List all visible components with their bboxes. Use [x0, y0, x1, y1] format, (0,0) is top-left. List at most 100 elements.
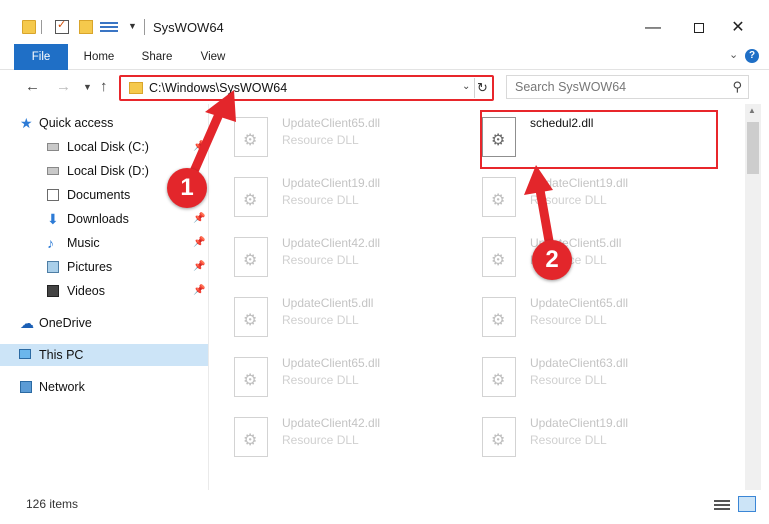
dll-file-icon: [482, 177, 516, 217]
file-type: Resource DLL: [282, 253, 359, 267]
sidebar-item-local-disk-c[interactable]: Local Disk (C:) 📌: [20, 136, 208, 158]
tab-view[interactable]: View: [199, 44, 227, 70]
sidebar-item-label: OneDrive: [39, 316, 92, 330]
list-item[interactable]: UpdateClient19.dll Resource DLL: [474, 409, 714, 465]
star-icon: ★: [20, 115, 33, 131]
close-button[interactable]: ✕: [715, 14, 761, 42]
search-input[interactable]: Search SysWOW64 ⚲: [506, 75, 749, 99]
tab-share[interactable]: Share: [141, 44, 173, 70]
pin-icon[interactable]: 📌: [193, 232, 205, 254]
tab-home[interactable]: Home: [82, 44, 116, 70]
disk-icon: [47, 167, 59, 175]
view-options-icon[interactable]: [100, 20, 118, 34]
sidebar-item-quick-access[interactable]: ★ Quick access: [20, 112, 208, 134]
dll-file-icon: [234, 357, 268, 397]
scroll-thumb[interactable]: [747, 122, 759, 174]
chevron-down-icon[interactable]: ⌄: [462, 81, 470, 92]
pin-icon[interactable]: 📌: [193, 256, 205, 278]
sidebar-item-this-pc[interactable]: This PC: [0, 344, 208, 366]
help-icon[interactable]: ?: [745, 49, 759, 63]
scroll-up-icon[interactable]: ▲: [748, 106, 756, 115]
minimize-button[interactable]: —: [630, 14, 676, 42]
dll-file-icon: [234, 237, 268, 277]
documents-icon: [47, 189, 59, 201]
file-type: Resource DLL: [282, 313, 359, 327]
pin-icon[interactable]: 📌: [193, 280, 205, 302]
computer-icon: [19, 349, 31, 359]
new-folder-icon[interactable]: [79, 20, 93, 34]
item-count: 126 items: [26, 497, 79, 511]
list-item[interactable]: UpdateClient19.dll Resource DLL: [474, 169, 714, 225]
address-bar[interactable]: C:\Windows\SysWOW64 ⌄ ↻: [119, 75, 494, 101]
forward-button[interactable]: →: [56, 78, 71, 95]
videos-icon: [47, 285, 59, 297]
quick-access-dropdown-icon[interactable]: ▼: [128, 21, 137, 31]
list-item[interactable]: UpdateClient5.dll Resource DLL: [226, 289, 466, 345]
sidebar-item-videos[interactable]: Videos 📌: [20, 280, 208, 302]
refresh-button[interactable]: ↻: [474, 78, 490, 98]
list-item[interactable]: UpdateClient65.dll Resource DLL: [226, 109, 466, 165]
sidebar-item-onedrive[interactable]: ☁ OneDrive: [20, 312, 208, 334]
file-type: Resource DLL: [282, 193, 359, 207]
search-icon[interactable]: ⚲: [732, 79, 742, 95]
expand-ribbon-icon[interactable]: ⌄: [729, 48, 738, 61]
sidebar-item-downloads[interactable]: ⬇ Downloads 📌: [20, 208, 208, 230]
dll-file-icon: [234, 297, 268, 337]
download-icon: ⬇: [47, 211, 59, 227]
pin-icon[interactable]: 📌: [193, 136, 205, 158]
music-icon: ♪: [47, 235, 54, 251]
list-item[interactable]: UpdateClient42.dll Resource DLL: [226, 409, 466, 465]
properties-icon[interactable]: [55, 18, 69, 34]
sidebar-item-label: Network: [39, 380, 85, 394]
address-path[interactable]: C:\Windows\SysWOW64: [149, 81, 287, 95]
navigation-pane: ★ Quick access Local Disk (C:) 📌 Local D…: [0, 110, 208, 490]
file-type: Resource DLL: [282, 133, 359, 147]
sidebar-item-label: Music: [67, 236, 100, 250]
disk-icon: [47, 143, 59, 151]
list-item[interactable]: UpdateClient42.dll Resource DLL: [226, 229, 466, 285]
file-name: UpdateClient19.dll: [530, 176, 629, 190]
file-name: UpdateClient5.dll: [282, 296, 374, 310]
file-type: Resource DLL: [282, 433, 359, 447]
title-separator: [144, 19, 145, 35]
folder-icon: [129, 82, 143, 94]
file-name: UpdateClient65.dll: [282, 356, 381, 370]
sidebar-item-label: Videos: [67, 284, 105, 298]
dll-file-icon: [482, 297, 516, 337]
dll-file-icon: [234, 417, 268, 457]
highlight-box: [480, 110, 718, 169]
tab-file[interactable]: File: [14, 44, 68, 70]
sidebar-item-label: Documents: [67, 188, 131, 202]
file-name: UpdateClient42.dll: [282, 236, 381, 250]
details-view-icon[interactable]: [714, 498, 730, 512]
list-item[interactable]: UpdateClient5.dll Resource DLL: [474, 229, 714, 285]
file-name: UpdateClient42.dll: [282, 416, 381, 430]
sidebar-item-music[interactable]: ♪ Music 📌: [20, 232, 208, 254]
annotation-badge-2: 2: [532, 240, 572, 280]
pin-icon[interactable]: 📌: [193, 208, 205, 230]
list-item[interactable]: UpdateClient65.dll Resource DLL: [226, 349, 466, 405]
list-item[interactable]: UpdateClient63.dll Resource DLL: [474, 349, 714, 405]
pane-divider[interactable]: [208, 104, 209, 490]
file-name: UpdateClient65.dll: [282, 116, 381, 130]
up-button[interactable]: ↑: [100, 78, 108, 95]
sidebar-item-label: Local Disk (C:): [67, 140, 149, 154]
dll-file-icon: [482, 237, 516, 277]
list-item[interactable]: UpdateClient65.dll Resource DLL: [474, 289, 714, 345]
quick-access-separator: [41, 20, 42, 34]
window-title: SysWOW64: [153, 20, 224, 35]
list-item[interactable]: UpdateClient19.dll Resource DLL: [226, 169, 466, 225]
file-name: UpdateClient19.dll: [282, 176, 381, 190]
file-type: Resource DLL: [282, 373, 359, 387]
network-icon: [20, 381, 32, 393]
sidebar-item-pictures[interactable]: Pictures 📌: [20, 256, 208, 278]
annotation-badge-1: 1: [167, 168, 207, 208]
sidebar-item-network[interactable]: Network: [20, 376, 208, 398]
sidebar-item-label: Pictures: [67, 260, 113, 274]
recent-locations-icon[interactable]: ▼: [83, 82, 92, 92]
title-bar: ▼ SysWOW64 — ✕: [0, 0, 769, 40]
vertical-scrollbar[interactable]: ▲: [745, 104, 761, 490]
back-button[interactable]: ←: [25, 78, 40, 95]
cloud-icon: ☁: [20, 315, 34, 331]
large-icons-view-icon[interactable]: [738, 496, 756, 512]
